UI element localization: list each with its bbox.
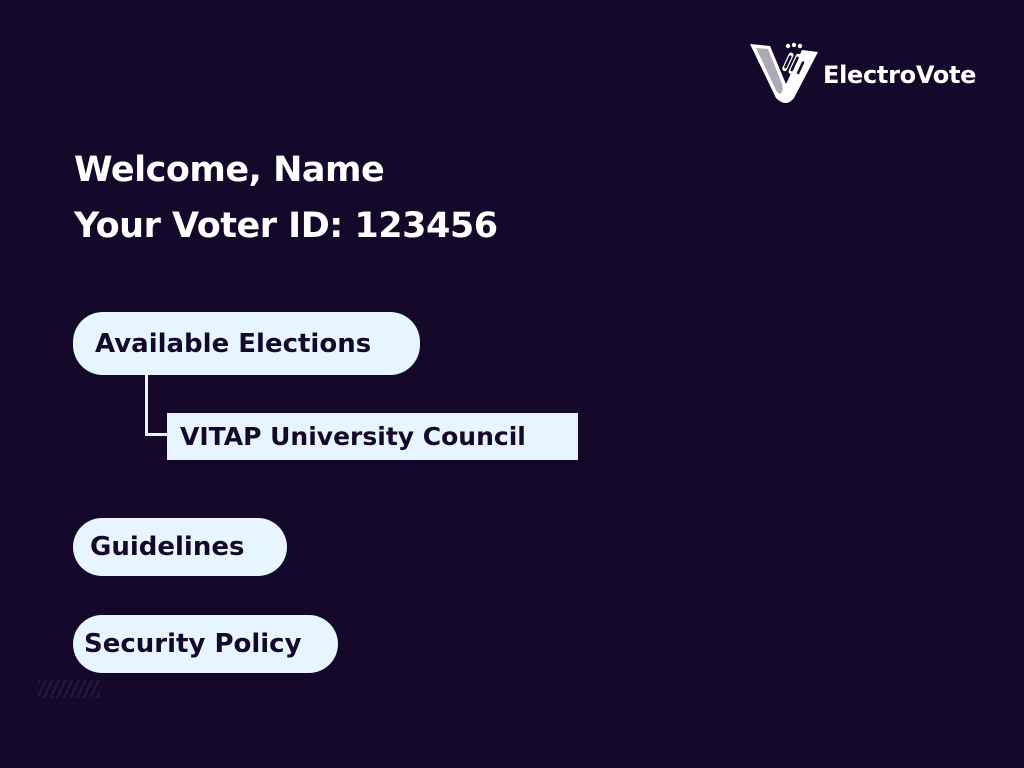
election-item-label: VITAP University Council [180, 422, 526, 451]
security-policy-button[interactable]: Security Policy [73, 615, 338, 673]
security-policy-label: Security Policy [84, 629, 302, 659]
tree-connector-line [145, 374, 169, 436]
welcome-heading: Welcome, Name [74, 150, 385, 190]
guidelines-label: Guidelines [90, 532, 245, 562]
available-elections-button[interactable]: Available Elections [73, 312, 420, 375]
brand-name: ElectroVote [823, 60, 977, 89]
voter-id-heading: Your Voter ID: 123456 [74, 206, 498, 246]
available-elections-label: Available Elections [95, 328, 372, 359]
guidelines-button[interactable]: Guidelines [73, 518, 287, 576]
brand-logo: ElectroVote [746, 40, 976, 106]
welcome-block: Welcome, Name Your Voter ID: 123456 [74, 142, 498, 254]
election-item-vitap-university-council[interactable]: VITAP University Council [167, 413, 578, 460]
dot-pattern-decoration [914, 628, 1004, 748]
slash-pattern-decoration [38, 680, 100, 698]
ballot-hand-v-icon [750, 42, 818, 103]
